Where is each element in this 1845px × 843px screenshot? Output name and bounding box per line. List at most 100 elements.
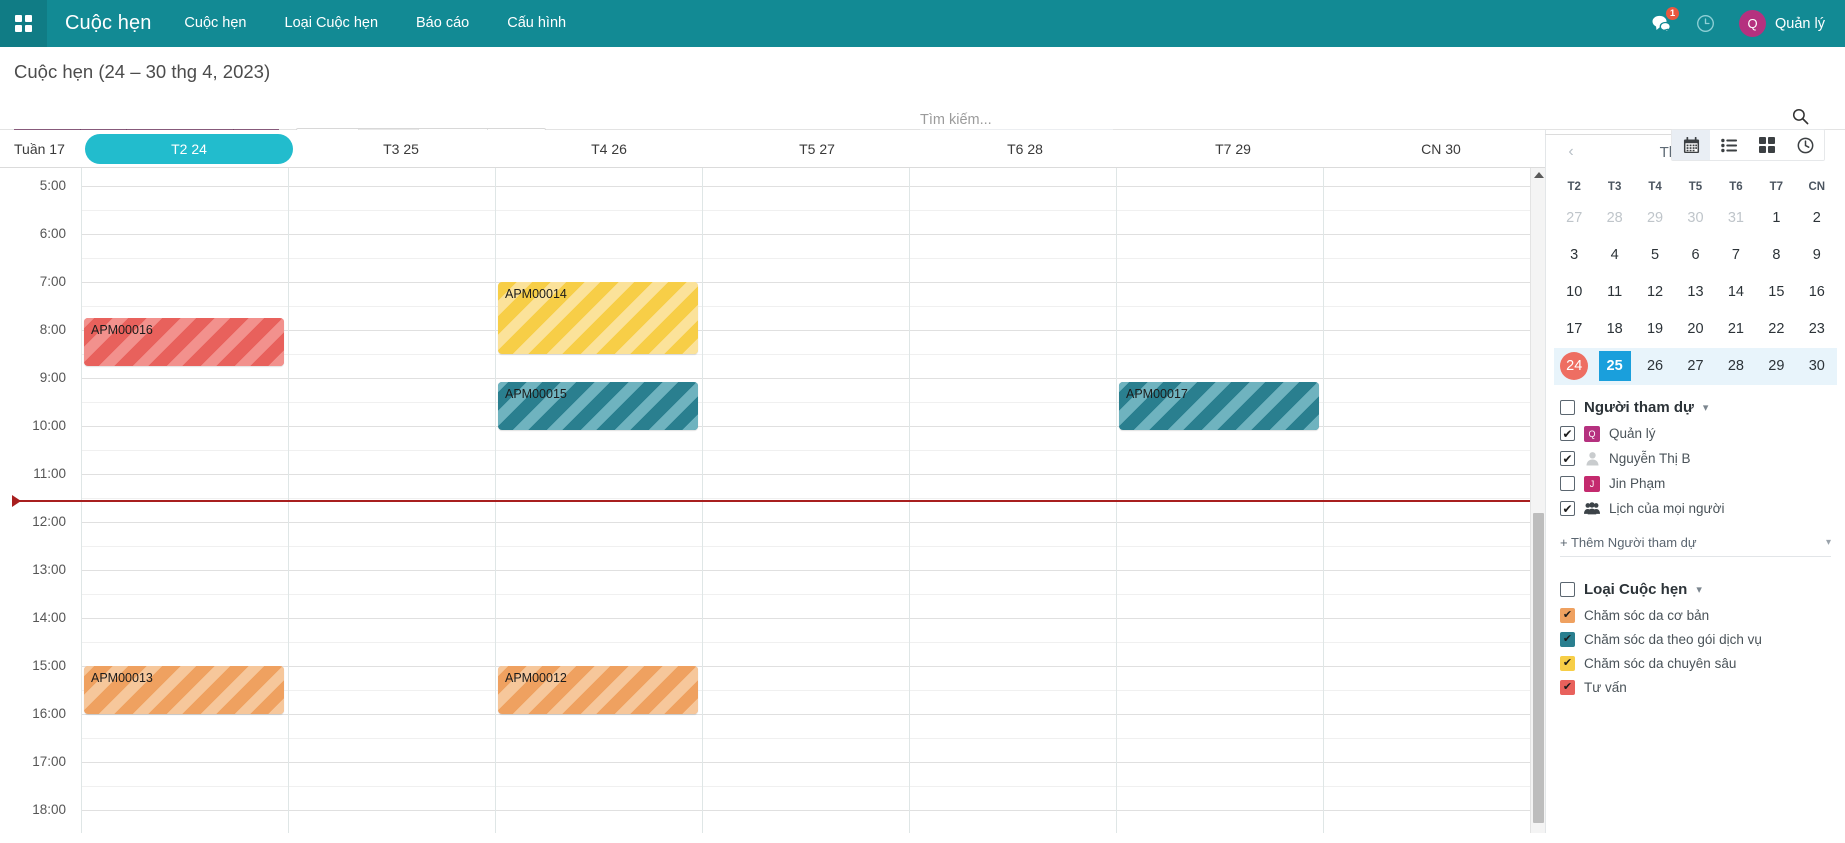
scrollbar-thumb[interactable] <box>1533 513 1544 823</box>
type-checkbox[interactable] <box>1560 680 1575 695</box>
timeline-view-button[interactable] <box>1786 130 1824 160</box>
mini-calendar-day[interactable]: 18 <box>1594 311 1634 348</box>
mini-calendar-day[interactable]: 5 <box>1635 237 1675 274</box>
mini-calendar-day[interactable]: 17 <box>1554 311 1594 348</box>
half-hour-gridline <box>81 450 1530 451</box>
day-column-header-sat[interactable]: T7 29 <box>1129 134 1337 164</box>
mini-calendar-day[interactable]: 29 <box>1635 200 1675 237</box>
mini-calendar-day[interactable]: 31 <box>1716 200 1756 237</box>
calendar-view-button[interactable] <box>1672 130 1710 160</box>
calendar-vertical-scrollbar[interactable] <box>1530 168 1545 833</box>
day-column-header-sun[interactable]: CN 30 <box>1337 134 1545 164</box>
mini-calendar-day[interactable]: 28 <box>1594 200 1634 237</box>
mini-calendar-day[interactable]: 8 <box>1756 237 1796 274</box>
type-row-advanced-skincare[interactable]: Chăm sóc da chuyên sâu <box>1560 651 1831 675</box>
mini-calendar-prev-button[interactable]: ‹ <box>1560 143 1582 161</box>
mini-calendar-day[interactable]: 15 <box>1756 274 1796 311</box>
nav-item-appointments[interactable]: Cuộc hẹn <box>165 0 265 47</box>
day-column-header-wed[interactable]: T4 26 <box>505 134 713 164</box>
attendee-checkbox[interactable] <box>1560 501 1575 516</box>
nav-item-configuration[interactable]: Cấu hình <box>488 0 585 47</box>
apps-menu-button[interactable] <box>0 0 47 47</box>
mini-calendar-day[interactable]: 19 <box>1635 311 1675 348</box>
mini-calendar-day[interactable]: 16 <box>1797 274 1837 311</box>
add-attendee-field[interactable]: + Thêm Người tham dự ▾ <box>1560 535 1831 557</box>
hour-label: 15:00 <box>0 658 66 673</box>
type-checkbox[interactable] <box>1560 656 1575 671</box>
type-row-consultation[interactable]: Tư vấn <box>1560 675 1831 699</box>
mini-calendar-day[interactable]: 29 <box>1756 348 1796 385</box>
day-column-header-tue[interactable]: T3 25 <box>297 134 505 164</box>
mini-calendar-day[interactable]: 12 <box>1635 274 1675 311</box>
mini-calendar-day[interactable]: 1 <box>1756 200 1796 237</box>
day-column-header-fri[interactable]: T6 28 <box>921 134 1129 164</box>
mini-calendar-day[interactable]: 13 <box>1675 274 1715 311</box>
attendee-row-quan-ly[interactable]: Q Quản lý <box>1560 421 1831 446</box>
type-checkbox[interactable] <box>1560 608 1575 623</box>
attendee-row-nguyen-thi-b[interactable]: Nguyễn Thị B <box>1560 446 1831 471</box>
brand-title[interactable]: Cuộc hẹn <box>47 12 165 35</box>
hour-label: 6:00 <box>0 226 66 241</box>
mini-calendar-day[interactable]: 9 <box>1797 237 1837 274</box>
mini-calendar-day[interactable]: 3 <box>1554 237 1594 274</box>
day-column-header-mon[interactable]: T2 24 <box>85 134 293 164</box>
type-row-package-skincare[interactable]: Chăm sóc da theo gói dịch vụ <box>1560 627 1831 651</box>
mini-calendar-day[interactable]: 22 <box>1756 311 1796 348</box>
types-select-all-checkbox[interactable] <box>1560 582 1575 597</box>
mini-calendar-day-label: 30 <box>1687 210 1703 226</box>
attendee-name: Jin Phạm <box>1609 476 1665 491</box>
chevron-down-icon[interactable]: ▾ <box>1703 401 1709 414</box>
mini-calendar-day[interactable]: 20 <box>1675 311 1715 348</box>
mini-calendar-day[interactable]: 28 <box>1716 348 1756 385</box>
mini-calendar-day[interactable]: 4 <box>1594 237 1634 274</box>
calendar-event[interactable]: APM00012 <box>498 666 698 714</box>
mini-calendar-day[interactable]: 25 <box>1594 348 1634 385</box>
scroll-up-icon[interactable] <box>1534 172 1544 178</box>
calendar-event[interactable]: APM00015 <box>498 382 698 430</box>
calendar-scroll-area[interactable]: 5:006:007:008:009:0010:0011:0012:0013:00… <box>0 168 1545 833</box>
mini-calendar-day[interactable]: 23 <box>1797 311 1837 348</box>
attendee-checkbox[interactable] <box>1560 426 1575 441</box>
mini-calendar-day[interactable]: 26 <box>1635 348 1675 385</box>
attendee-checkbox[interactable] <box>1560 476 1575 491</box>
mini-calendar-day[interactable]: 30 <box>1797 348 1837 385</box>
day-column-header-thu[interactable]: T5 27 <box>713 134 921 164</box>
attendees-select-all-checkbox[interactable] <box>1560 400 1575 415</box>
search-input[interactable] <box>920 112 1809 128</box>
calendar-event[interactable]: APM00014 <box>498 282 698 354</box>
calendar-event[interactable]: APM00013 <box>84 666 284 714</box>
kanban-view-button[interactable] <box>1748 130 1786 160</box>
mini-calendar-day[interactable]: 14 <box>1716 274 1756 311</box>
search-icon[interactable] <box>1792 108 1809 130</box>
hour-label: 17:00 <box>0 754 66 769</box>
mini-calendar-day-label: 28 <box>1607 210 1623 226</box>
chevron-down-icon[interactable]: ▾ <box>1696 583 1702 596</box>
messages-button[interactable]: 1 <box>1641 0 1681 47</box>
attendee-checkbox[interactable] <box>1560 451 1575 466</box>
chevron-down-icon[interactable]: ▾ <box>1826 537 1831 548</box>
activity-button[interactable] <box>1685 0 1725 47</box>
mini-calendar-day[interactable]: 2 <box>1797 200 1837 237</box>
user-menu[interactable]: Q Quản lý <box>1729 10 1825 37</box>
calendar-event[interactable]: APM00016 <box>84 318 284 366</box>
mini-calendar-day[interactable]: 10 <box>1554 274 1594 311</box>
hour-label: 8:00 <box>0 322 66 337</box>
mini-calendar-day[interactable]: 6 <box>1675 237 1715 274</box>
type-row-basic-skincare[interactable]: Chăm sóc da cơ bản <box>1560 603 1831 627</box>
grid-apps-icon <box>15 15 32 32</box>
mini-calendar-day[interactable]: 27 <box>1675 348 1715 385</box>
attendee-row-everybody[interactable]: Lịch của mọi người <box>1560 496 1831 521</box>
mini-calendar-day[interactable]: 11 <box>1594 274 1634 311</box>
mini-calendar-day[interactable]: 21 <box>1716 311 1756 348</box>
attendee-row-jin-pham[interactable]: J Jin Phạm <box>1560 471 1831 496</box>
nav-item-reports[interactable]: Báo cáo <box>397 0 488 47</box>
mini-calendar-day[interactable]: 27 <box>1554 200 1594 237</box>
type-checkbox[interactable] <box>1560 632 1575 647</box>
calendar-event[interactable]: APM00017 <box>1119 382 1319 430</box>
list-view-button[interactable] <box>1710 130 1748 160</box>
mini-calendar-day[interactable]: 24 <box>1554 348 1594 385</box>
current-time-marker <box>12 495 21 507</box>
nav-item-appointment-types[interactable]: Loại Cuộc hẹn <box>266 0 398 47</box>
mini-calendar-day[interactable]: 30 <box>1675 200 1715 237</box>
mini-calendar-day[interactable]: 7 <box>1716 237 1756 274</box>
